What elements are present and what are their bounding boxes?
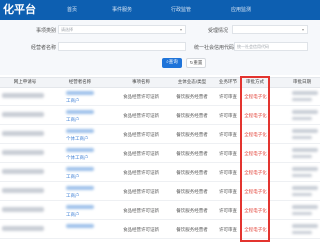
table-row[interactable]: 工商户 食品经营许可证新 餐饮服务经营者 许可审查 全程电子化 <box>0 107 320 125</box>
redacted-date <box>292 167 318 171</box>
approval-method-highlight <box>240 76 270 242</box>
redacted-operator-name[interactable] <box>66 186 94 190</box>
operator-link[interactable]: 工商户 <box>66 212 98 218</box>
redacted-apply-no <box>2 112 44 117</box>
cell-item: 食品经营许可证新 <box>123 133 159 138</box>
filter-label-operator: 经营者名称 <box>30 45 56 51</box>
redacted-date-line2 <box>292 98 312 101</box>
redacted-operator-name[interactable] <box>66 129 94 133</box>
cell-item: 食品经营许可证新 <box>123 114 159 119</box>
redacted-apply-no <box>2 188 44 193</box>
cell-type: 餐饮服务经营者 <box>176 228 208 233</box>
operator-link[interactable]: 工商户 <box>66 117 98 123</box>
redacted-date-line2 <box>292 117 312 120</box>
redacted-date-line2 <box>292 212 312 215</box>
nav-item-services[interactable]: 事件服务 <box>106 0 138 20</box>
redacted-operator-name[interactable] <box>66 91 94 95</box>
operator-link[interactable]: 工商户 <box>66 193 98 199</box>
cell-type: 餐饮服务经营者 <box>176 114 208 119</box>
operator-link[interactable]: 工商户 <box>66 174 98 180</box>
cell-type: 餐饮服务经营者 <box>176 171 208 176</box>
cell-item: 食品经营许可证新 <box>123 95 159 100</box>
chevron-down-icon: ▾ <box>180 27 183 32</box>
table-row[interactable]: 工商户 食品经营许可证新 餐饮服务经营者 许可审查 全程电子化 <box>0 183 320 201</box>
cell-step: 许可审查 <box>219 152 237 157</box>
table-row[interactable]: 个体工商户 食品经营许可证新 餐饮服务经营者 许可审查 全程电子化 <box>0 145 320 163</box>
redacted-date <box>292 186 318 190</box>
reset-button[interactable]: ↻重置 <box>186 58 206 68</box>
redacted-operator-name[interactable] <box>66 205 94 209</box>
operator-name-input[interactable] <box>58 42 186 51</box>
redacted-operator-name[interactable] <box>66 167 94 171</box>
cell-item: 食品经营许可证新 <box>123 152 159 157</box>
cell-type: 餐饮服务经营者 <box>176 209 208 214</box>
redacted-apply-no <box>2 150 44 155</box>
redacted-operator-name[interactable] <box>66 224 94 228</box>
filter-label-status: 受理情况 <box>207 28 228 34</box>
redacted-apply-no <box>2 226 44 231</box>
filter-label-category: 事项类别 <box>35 28 56 34</box>
filter-panel: 事项类别 请选择 ▾ 受理情况 ▾ 经营者名称 统一社会信用代码 统一社会信用代… <box>0 20 320 75</box>
table-row[interactable]: 工商户 食品经营许可证新 餐饮服务经营者 许可审查 全程电子化 <box>0 202 320 220</box>
redacted-apply-no <box>2 93 44 98</box>
redacted-date <box>292 205 318 209</box>
filter-label-credit-code: 统一社会信用代码 <box>193 45 234 51</box>
redacted-date <box>292 148 318 152</box>
nav-item-supervision[interactable]: 行政监管 <box>165 0 197 20</box>
cell-type: 餐饮服务经营者 <box>176 152 208 157</box>
nav-item-monitoring[interactable]: 应用监测 <box>225 0 257 20</box>
cell-step: 许可审查 <box>219 114 237 119</box>
table-row[interactable]: 个体工商户 食品经营许可证新 餐饮服务经营者 许可审查 全程电子化 <box>0 126 320 144</box>
redacted-date <box>292 91 318 95</box>
redacted-date <box>292 224 318 228</box>
cell-step: 许可审查 <box>219 95 237 100</box>
redacted-operator-name[interactable] <box>66 110 94 114</box>
credit-code-input[interactable]: 统一社会信用代码 <box>234 42 308 51</box>
operator-link[interactable]: 个体工商户 <box>66 136 98 142</box>
chevron-down-icon: ▾ <box>302 27 305 32</box>
redacted-date <box>292 110 318 114</box>
cell-type: 餐饮服务经营者 <box>176 190 208 195</box>
redacted-date-line2 <box>292 231 312 234</box>
redacted-apply-no <box>2 207 44 212</box>
redacted-date-line2 <box>292 193 312 196</box>
cell-item: 食品经营许可证新 <box>123 190 159 195</box>
table-row[interactable]: 工商户 食品经营许可证新 餐饮服务经营者 许可审查 全程电子化 <box>0 164 320 182</box>
cell-item: 食品经营许可证新 <box>123 171 159 176</box>
category-select[interactable]: 请选择 <box>58 25 186 34</box>
nav-item-home[interactable]: 首页 <box>60 0 84 20</box>
app-logo-text: 化平台 <box>3 3 36 16</box>
redacted-operator-name[interactable] <box>66 148 94 152</box>
table-row[interactable]: 工商户 食品经营许可证新 餐饮服务经营者 许可审查 全程电子化 <box>0 88 320 106</box>
reset-button-label: 重置 <box>193 61 203 66</box>
table-row[interactable]: 食品经营许可证新 餐饮服务经营者 许可审查 全程电子化 <box>0 221 320 239</box>
redacted-date <box>292 129 318 133</box>
redacted-date-line2 <box>292 136 312 139</box>
operator-link[interactable]: 个体工商户 <box>66 155 98 161</box>
cell-item: 食品经营许可证新 <box>123 228 159 233</box>
search-button[interactable]: ⌕查询 <box>162 58 182 68</box>
cell-step: 许可审查 <box>219 190 237 195</box>
redacted-apply-no <box>2 169 44 174</box>
redacted-apply-no <box>2 131 44 136</box>
status-select[interactable] <box>232 25 308 34</box>
operator-link[interactable]: 工商户 <box>66 98 98 104</box>
redacted-date-line2 <box>292 155 312 158</box>
cell-step: 许可审查 <box>219 209 237 214</box>
cell-item: 食品经营许可证新 <box>123 209 159 214</box>
cell-type: 餐饮服务经营者 <box>176 133 208 138</box>
redacted-date-line2 <box>292 174 312 177</box>
cell-step: 许可审查 <box>219 228 237 233</box>
cell-type: 餐饮服务经营者 <box>176 95 208 100</box>
table-header: 网上申请号 经营者名称 事项名称 主体业态/类型 业务环节 审批方式 审批日期 <box>0 77 320 88</box>
search-button-label: 查询 <box>168 60 178 65</box>
cell-step: 许可审查 <box>219 171 237 176</box>
top-header: 化平台 首页 事件服务 行政监管 应用监测 <box>0 0 320 20</box>
cell-step: 许可审查 <box>219 133 237 138</box>
